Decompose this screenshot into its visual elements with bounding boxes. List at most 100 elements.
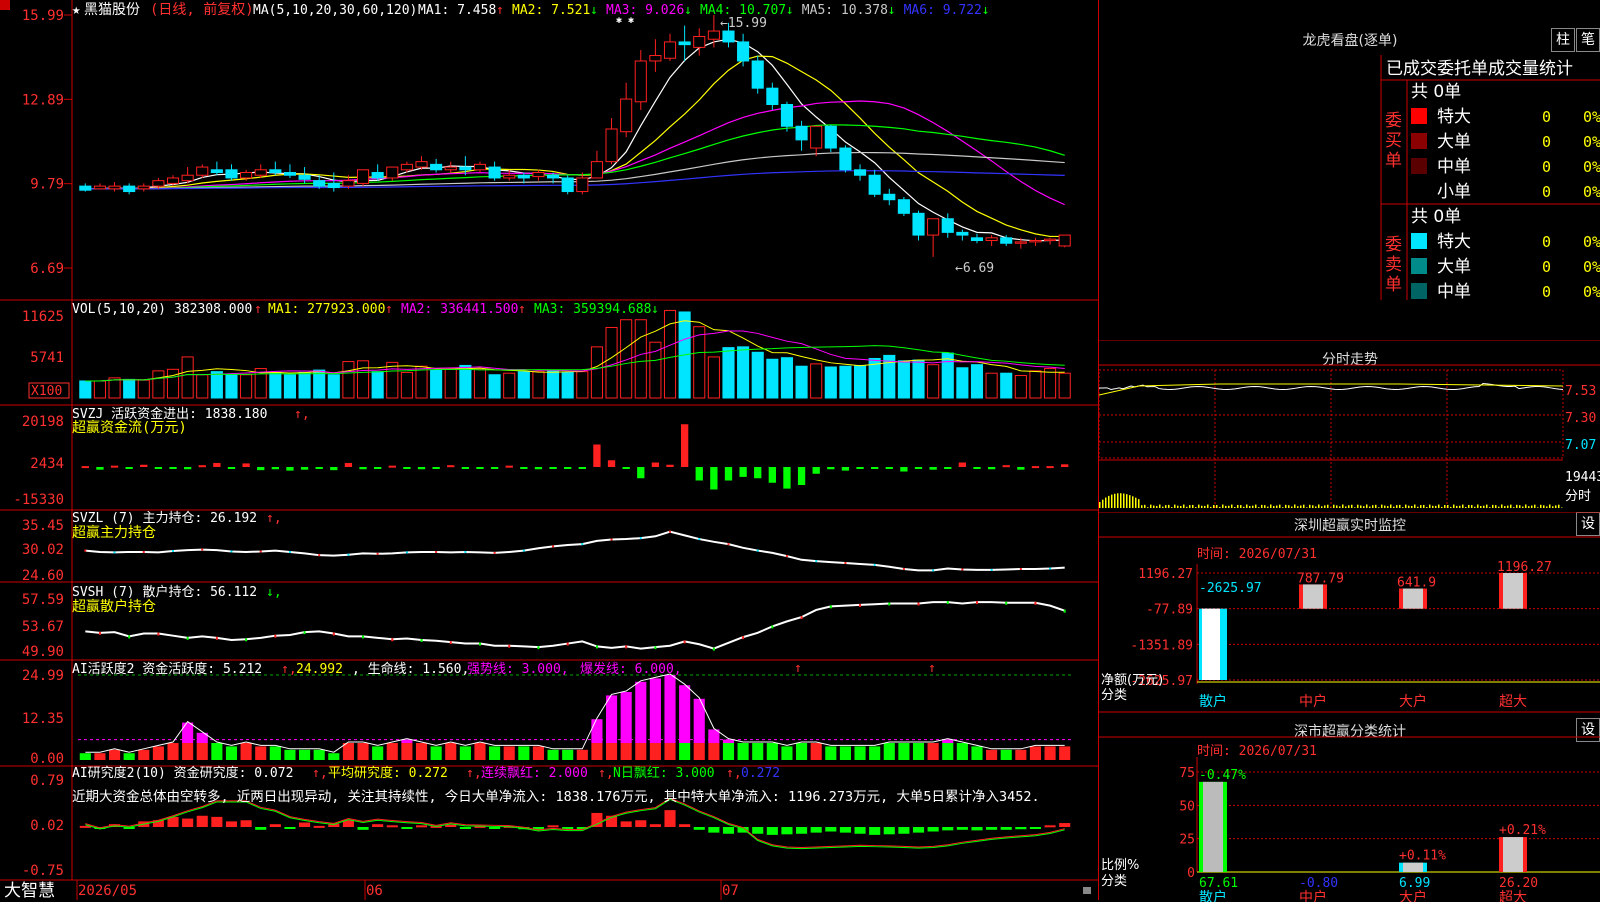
activity-bar bbox=[562, 749, 574, 760]
activity-bar bbox=[328, 753, 340, 760]
activity-bar bbox=[372, 746, 384, 760]
activity-bar-high bbox=[942, 739, 954, 743]
stock-name: 黑猫股份 bbox=[84, 2, 140, 18]
research-cont: 连续飘红: 2.000 bbox=[481, 765, 588, 781]
fund-flow-bar bbox=[227, 467, 236, 469]
research-bar bbox=[649, 824, 661, 827]
mon-y-label: -77.89 bbox=[1146, 603, 1193, 618]
fs-volume-bar bbox=[1471, 505, 1473, 508]
activity-bar bbox=[269, 746, 281, 760]
svzl-dot bbox=[142, 550, 145, 553]
candle-body bbox=[356, 169, 370, 184]
research-bar bbox=[445, 824, 457, 827]
fs-volume-bar bbox=[1171, 507, 1173, 508]
fs-volume-bar bbox=[1309, 504, 1311, 508]
fs-volume-bar bbox=[1174, 504, 1176, 508]
fs-volume-bar bbox=[1213, 505, 1215, 508]
research-bar bbox=[386, 825, 398, 828]
volume-bar bbox=[327, 374, 340, 399]
activity-bar bbox=[854, 746, 866, 760]
fs-volume-bar bbox=[1426, 507, 1428, 508]
research-arrow: ↑, bbox=[598, 766, 614, 781]
fenshi-chart[interactable]: 7.53 7.30 7.07 19443 分时 bbox=[1099, 340, 1600, 510]
research-bar bbox=[269, 824, 281, 827]
fs-volume-bar bbox=[1147, 507, 1149, 508]
candle-body bbox=[912, 212, 925, 236]
fs-volume-bar bbox=[1528, 506, 1530, 508]
activity-bar bbox=[313, 749, 325, 760]
fund-flow-bar bbox=[739, 467, 747, 477]
activity-bar-high bbox=[401, 739, 413, 743]
svsh-dot bbox=[742, 636, 745, 640]
buy-row-count: 0 bbox=[1542, 183, 1551, 201]
candle-body bbox=[722, 30, 735, 43]
fs-volume-bar bbox=[1162, 506, 1164, 508]
fs-volume-bar bbox=[1240, 505, 1242, 508]
candle-body bbox=[634, 60, 647, 103]
mon-xlabel: 分类 bbox=[1101, 688, 1127, 703]
volume-bar bbox=[356, 360, 370, 399]
fund-flow-bar bbox=[856, 467, 864, 469]
fs-volume-bar bbox=[1378, 507, 1380, 508]
candle-body bbox=[517, 174, 530, 179]
ai-activity-y-tick: 0.00 bbox=[30, 751, 64, 767]
svsh-dot bbox=[712, 647, 715, 651]
fs-volume-bar bbox=[1351, 504, 1353, 508]
fund-flow-bar bbox=[476, 467, 484, 469]
x-tick-label: 2026/05 bbox=[78, 883, 137, 899]
research-bar bbox=[415, 825, 428, 828]
vol-arrow: ↑ bbox=[254, 302, 262, 317]
volume-bar bbox=[152, 370, 165, 399]
volume-bar bbox=[634, 319, 647, 399]
fs-volume-bar bbox=[1498, 506, 1500, 508]
fs-volume-bar bbox=[1333, 504, 1335, 508]
low-label: ←6.69 bbox=[955, 261, 994, 276]
fs-volume-bar bbox=[1381, 504, 1383, 508]
research-bar bbox=[225, 821, 238, 827]
fs-volume-bar bbox=[1486, 504, 1488, 508]
buy-row-name: 特大 bbox=[1437, 107, 1471, 127]
research-bar bbox=[942, 827, 954, 831]
research-bar bbox=[211, 816, 223, 827]
svsh-dot bbox=[946, 601, 949, 605]
svzl-dot bbox=[961, 568, 964, 571]
volume-bar bbox=[196, 374, 209, 399]
candle-body bbox=[444, 166, 457, 171]
fund-flow-bar bbox=[461, 467, 470, 469]
fund-flow-bar bbox=[914, 467, 923, 469]
candle-body bbox=[283, 172, 297, 176]
activity-bar bbox=[839, 746, 851, 760]
fund-flow-bar bbox=[1031, 466, 1040, 469]
fs-volume-bar bbox=[1186, 506, 1188, 508]
fs-volume-bar bbox=[1210, 506, 1212, 508]
activity-bar bbox=[649, 743, 661, 760]
fs-volume-bar bbox=[1330, 507, 1332, 508]
ai-activity-arrow: ↑, bbox=[281, 662, 297, 677]
fs-volume-bar bbox=[1144, 504, 1146, 508]
svzl-dot bbox=[639, 537, 642, 540]
research-bar bbox=[722, 827, 735, 834]
svzl-dot bbox=[493, 551, 496, 554]
fs-volume-bar bbox=[1141, 505, 1143, 508]
fund-flow-bar bbox=[549, 467, 557, 469]
fs-volume-bar bbox=[1207, 504, 1209, 508]
fund-flow-bar bbox=[96, 467, 104, 470]
fund-flow-bar bbox=[695, 467, 703, 481]
research-bar bbox=[883, 827, 895, 835]
volume-bar bbox=[839, 365, 852, 399]
cls-ylabel: 比例% bbox=[1101, 858, 1139, 873]
main-chart-area[interactable]: 15.99 12.89 9.79 6.69 ★ 黑猫股份 (日线, 前复权) MA(5,10,… bbox=[0, 0, 1098, 900]
stock-chart-svg[interactable]: 15.99 12.89 9.79 6.69 ★ 黑猫股份 (日线, 前复权) MA(5,10,… bbox=[0, 0, 1098, 900]
fs-volume-bar bbox=[1285, 504, 1287, 508]
sell-row-name: 中单 bbox=[1437, 282, 1471, 300]
candle-body bbox=[766, 87, 779, 106]
fs-y-label: 7.07 bbox=[1565, 438, 1596, 453]
activity-bar bbox=[810, 743, 822, 760]
fs-volume-bar bbox=[1201, 505, 1203, 508]
activity-bar-high bbox=[649, 678, 661, 743]
volume-bar bbox=[912, 359, 925, 399]
fund-flow-bar bbox=[827, 467, 835, 470]
volume-bar bbox=[561, 371, 574, 399]
svsh-dot bbox=[771, 625, 774, 629]
activity-bar bbox=[489, 746, 501, 760]
